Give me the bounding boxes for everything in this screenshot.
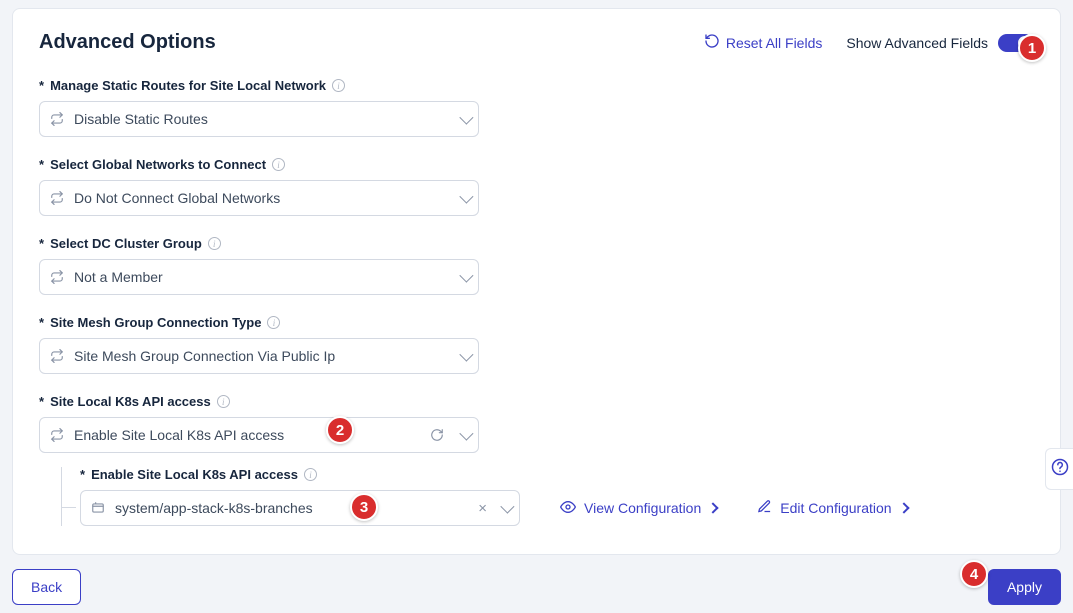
help-bubble[interactable]: [1045, 448, 1073, 490]
swap-icon: [50, 112, 64, 126]
apply-button[interactable]: Apply: [988, 569, 1061, 605]
k8s-sub-value: system/app-stack-k8s-branches: [115, 500, 464, 516]
info-icon[interactable]: i: [217, 395, 230, 408]
label-text: Select DC Cluster Group: [50, 236, 202, 251]
panel-title: Advanced Options: [39, 31, 704, 54]
label-text: Site Mesh Group Connection Type: [50, 315, 261, 330]
footer: Back Apply: [12, 569, 1061, 605]
field-label-mesh: * Site Mesh Group Connection Type i: [39, 315, 1034, 330]
info-icon[interactable]: i: [267, 316, 280, 329]
field-label-k8s: * Site Local K8s API access i: [39, 394, 1034, 409]
label-text: Manage Static Routes for Site Local Netw…: [50, 78, 326, 93]
k8s-sub-select[interactable]: system/app-stack-k8s-branches ×: [80, 490, 520, 526]
namespace-icon: [91, 501, 105, 515]
swap-icon: [50, 191, 64, 205]
swap-icon: [50, 428, 64, 442]
k8s-select[interactable]: Enable Site Local K8s API access: [39, 417, 479, 453]
advanced-options-panel: Advanced Options Reset All Fields Show A…: [12, 8, 1061, 555]
chevron-down-icon: [459, 427, 473, 441]
swap-icon: [50, 349, 64, 363]
label-text: Enable Site Local K8s API access: [91, 467, 298, 482]
question-icon: [1051, 458, 1069, 481]
back-button[interactable]: Back: [12, 569, 81, 605]
clear-icon[interactable]: ×: [474, 500, 491, 517]
dcgroup-select[interactable]: Not a Member: [39, 259, 479, 295]
swap-icon: [50, 270, 64, 284]
field-label-routes: * Manage Static Routes for Site Local Ne…: [39, 78, 1034, 93]
dcgroup-value: Not a Member: [74, 269, 450, 285]
info-icon[interactable]: i: [332, 79, 345, 92]
eye-icon: [560, 499, 576, 518]
undo-icon: [704, 33, 720, 52]
chevron-down-icon: [500, 500, 514, 514]
link-text: View Configuration: [584, 500, 701, 516]
link-text: Edit Configuration: [780, 500, 891, 516]
chevron-right-icon: [898, 502, 909, 513]
mesh-select[interactable]: Site Mesh Group Connection Via Public Ip: [39, 338, 479, 374]
k8s-sub-row: system/app-stack-k8s-branches × View Con…: [80, 490, 1034, 526]
reset-label: Reset All Fields: [726, 35, 822, 51]
label-text: Select Global Networks to Connect: [50, 157, 266, 172]
label-text: Site Local K8s API access: [50, 394, 211, 409]
field-label-globalnw: * Select Global Networks to Connect i: [39, 157, 1034, 172]
callout-badge-3: 3: [350, 493, 378, 521]
k8s-value: Enable Site Local K8s API access: [74, 427, 420, 443]
chevron-down-icon: [459, 190, 473, 204]
routes-value: Disable Static Routes: [74, 111, 450, 127]
routes-select[interactable]: Disable Static Routes: [39, 101, 479, 137]
callout-badge-2: 2: [326, 416, 354, 444]
callout-badge-4: 4: [960, 560, 988, 588]
callout-badge-1: 1: [1018, 34, 1046, 62]
globalnw-value: Do Not Connect Global Networks: [74, 190, 450, 206]
k8s-sub-block: * Enable Site Local K8s API access i sys…: [61, 467, 1034, 526]
reset-all-fields-link[interactable]: Reset All Fields: [704, 33, 822, 52]
edit-configuration-link[interactable]: Edit Configuration: [757, 499, 907, 517]
mesh-value: Site Mesh Group Connection Via Public Ip: [74, 348, 450, 364]
panel-header: Advanced Options Reset All Fields Show A…: [39, 31, 1034, 54]
chevron-right-icon: [708, 502, 719, 513]
refresh-icon[interactable]: [430, 428, 444, 442]
chevron-down-icon: [459, 269, 473, 283]
chevron-down-icon: [459, 111, 473, 125]
info-icon[interactable]: i: [208, 237, 221, 250]
info-icon[interactable]: i: [272, 158, 285, 171]
show-advanced-label: Show Advanced Fields: [846, 35, 988, 51]
globalnw-select[interactable]: Do Not Connect Global Networks: [39, 180, 479, 216]
chevron-down-icon: [459, 348, 473, 362]
pencil-icon: [757, 499, 772, 517]
field-label-dcgroup: * Select DC Cluster Group i: [39, 236, 1034, 251]
view-configuration-link[interactable]: View Configuration: [560, 499, 717, 518]
info-icon[interactable]: i: [304, 468, 317, 481]
field-label-k8s-sub: * Enable Site Local K8s API access i: [80, 467, 1034, 482]
